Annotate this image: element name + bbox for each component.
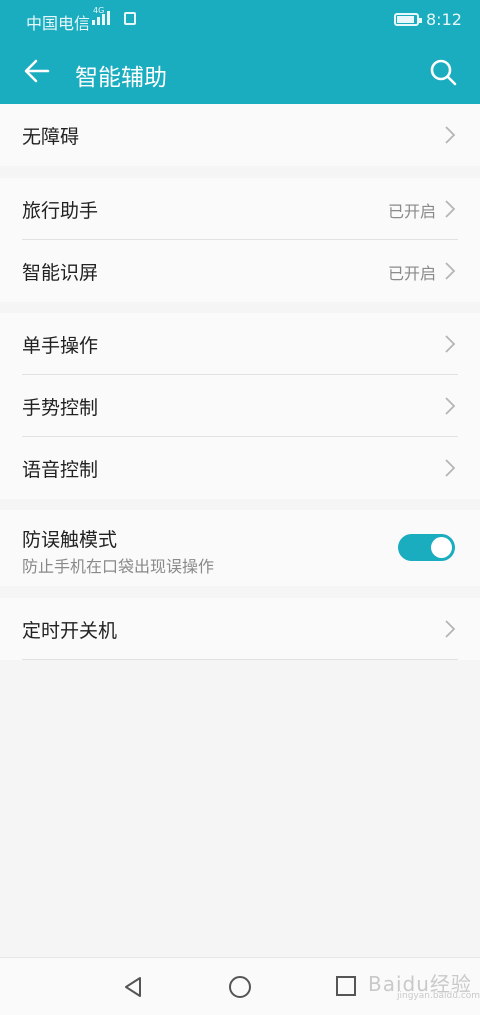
triangle-back-icon[interactable] <box>122 975 144 999</box>
row-accessibility[interactable]: 无障碍 <box>0 104 480 166</box>
row-one-hand[interactable]: 单手操作 <box>0 313 480 375</box>
pocket-mode-description: 防止手机在口袋出现误操作 <box>22 557 215 576</box>
battery-icon <box>394 13 422 26</box>
carrier-name: 中国电信 <box>26 14 91 33</box>
settings-group-power: 定时开关机 <box>0 598 480 660</box>
row-label: 智能识屏 <box>22 262 99 284</box>
row-status: 已开启 <box>387 264 436 283</box>
arrow-left-icon[interactable] <box>22 56 52 86</box>
sim-card-icon <box>124 12 136 25</box>
row-label: 语音控制 <box>22 459 99 481</box>
row-label: 定时开关机 <box>22 620 118 642</box>
pocket-mode-toggle[interactable] <box>398 534 455 561</box>
divider <box>22 659 458 660</box>
toggle-knob <box>431 537 452 558</box>
row-smart-screen[interactable]: 智能识屏 已开启 <box>0 240 480 302</box>
row-label: 无障碍 <box>22 126 80 148</box>
row-label: 单手操作 <box>22 335 99 357</box>
search-icon[interactable] <box>429 58 457 86</box>
chevron-right-icon <box>445 126 456 144</box>
chevron-right-icon <box>445 200 456 218</box>
chevron-right-icon <box>445 262 456 280</box>
watermark-url: jingyan.baidu.com <box>397 991 480 1001</box>
pocket-mode-label: 防误触模式 <box>22 529 118 551</box>
row-scheduled-power[interactable]: 定时开关机 <box>0 598 480 660</box>
row-travel-assistant[interactable]: 旅行助手 已开启 <box>0 178 480 240</box>
chevron-right-icon <box>445 459 456 477</box>
chevron-right-icon <box>445 397 456 415</box>
navigation-bar: Baidu经验 jingyan.baidu.com <box>0 957 480 1015</box>
square-recent-icon[interactable] <box>336 976 356 996</box>
circle-home-icon[interactable] <box>228 975 252 999</box>
status-time: 8:12 <box>426 10 462 29</box>
chevron-right-icon <box>445 335 456 353</box>
row-label: 旅行助手 <box>22 200 99 222</box>
row-gesture-control[interactable]: 手势控制 <box>0 375 480 437</box>
settings-group-assistant: 旅行助手 已开启 智能识屏 已开启 <box>0 178 480 302</box>
app-header: 中国电信 4G 8:12 智能辅助 <box>0 0 480 104</box>
settings-group-accessibility: 无障碍 <box>0 104 480 166</box>
row-status: 已开启 <box>387 202 436 221</box>
settings-group-control: 单手操作 手势控制 语音控制 <box>0 313 480 499</box>
row-label: 手势控制 <box>22 397 99 419</box>
page-title: 智能辅助 <box>75 65 167 91</box>
row-voice-control[interactable]: 语音控制 <box>0 437 480 499</box>
chevron-right-icon <box>445 620 456 638</box>
status-bar: 中国电信 4G 8:12 <box>0 0 480 40</box>
signal-icon <box>92 9 110 25</box>
